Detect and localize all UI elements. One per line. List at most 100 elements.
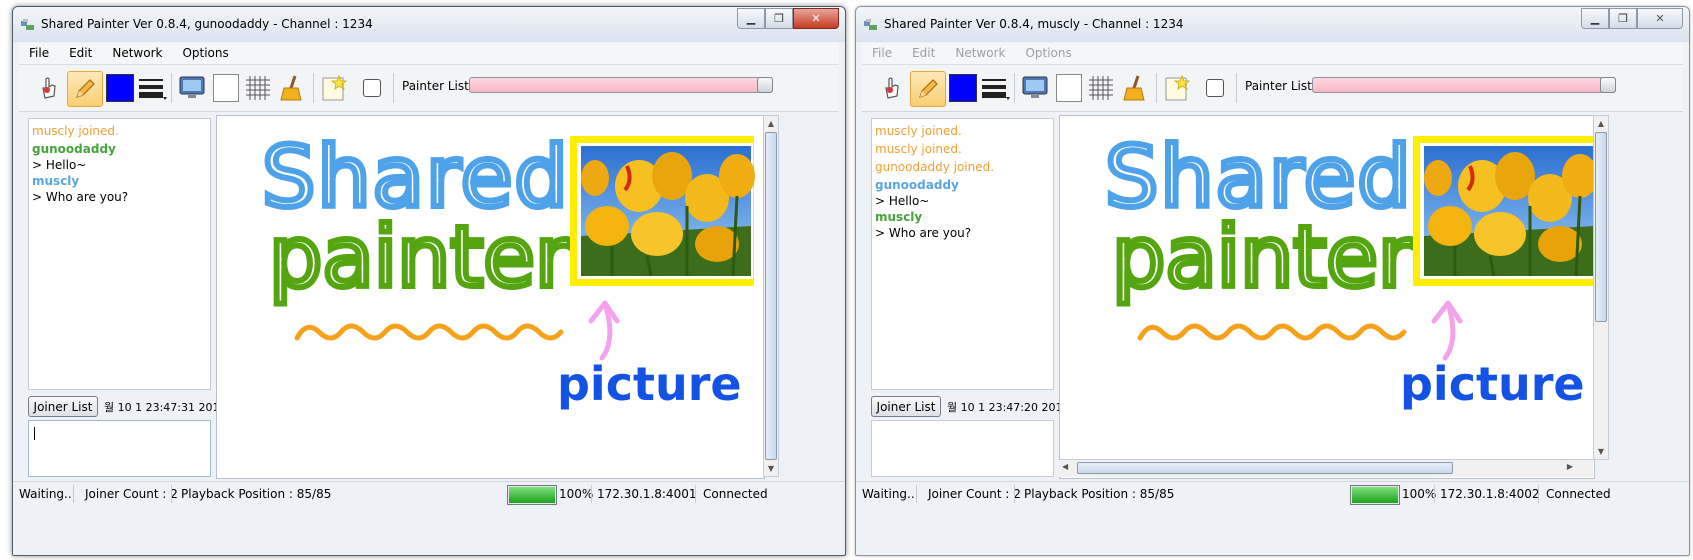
progress-percent: 100% — [559, 487, 594, 501]
sticky-note-button[interactable] — [317, 71, 351, 105]
scroll-right-icon[interactable]: ▶ — [1567, 462, 1573, 471]
clear-background-button[interactable] — [209, 71, 243, 105]
painter-list-bar[interactable] — [469, 77, 773, 93]
status-bar: Waiting.. Joiner Count : 2 Playback Posi… — [856, 481, 1689, 506]
joiner-count: Joiner Count : 2 — [85, 487, 178, 501]
close-button[interactable]: ✕ — [793, 8, 839, 29]
menu-bar: File Edit Network Options — [862, 43, 1683, 65]
broom-icon — [280, 75, 302, 101]
maximize-button[interactable]: ❐ — [765, 8, 793, 29]
menu-file[interactable]: File — [19, 43, 59, 64]
progress-fill — [509, 487, 555, 503]
painter-list-knob[interactable] — [757, 77, 773, 93]
window-title: Shared Painter Ver 0.8.4, gunoodaddy - C… — [41, 17, 373, 31]
canvas-vertical-scrollbar[interactable]: ▲ ▼ — [1593, 115, 1609, 460]
hand-icon — [42, 77, 56, 99]
progress-bar — [507, 485, 557, 505]
menu-edit[interactable]: Edit — [902, 43, 945, 64]
grid-button[interactable] — [1084, 71, 1118, 105]
move-tool-button[interactable] — [874, 71, 908, 105]
chat-system-line: muscly joined. — [32, 124, 119, 138]
clear-background-button[interactable] — [1052, 71, 1086, 105]
menu-edit[interactable]: Edit — [59, 43, 102, 64]
server-address: 172.30.1.8:4001 — [597, 487, 697, 501]
line-width-icon — [982, 79, 1010, 100]
joiner-count: Joiner Count : 2 — [928, 487, 1021, 501]
text-caret — [34, 427, 35, 440]
minimize-icon: ▁ — [1590, 12, 1600, 25]
minimize-button[interactable]: ▁ — [737, 8, 765, 29]
close-button[interactable]: ✕ — [1637, 8, 1683, 29]
line-width-button[interactable] — [978, 71, 1012, 105]
pen-color-button[interactable] — [946, 71, 980, 105]
color-swatch — [106, 74, 134, 102]
title-bar[interactable]: Shared Painter Ver 0.8.4, gunoodaddy - C… — [13, 7, 845, 42]
pen-tool-button[interactable] — [910, 71, 946, 107]
app-icon — [864, 19, 877, 30]
painter-list-knob[interactable] — [1600, 77, 1616, 93]
painter-list-label: Painter List — [1245, 79, 1312, 93]
chat-message: > Who are you? — [32, 190, 129, 204]
scroll-left-icon[interactable]: ◀ — [1062, 462, 1068, 471]
chat-message: > Who are you? — [875, 226, 972, 240]
canvas-drawing — [1060, 116, 1594, 460]
playback-position: Playback Position : 85/85 — [181, 487, 332, 501]
drawing-canvas[interactable] — [216, 115, 765, 479]
menu-options[interactable]: Options — [172, 43, 238, 64]
screen-icon — [179, 76, 205, 98]
scroll-thumb[interactable] — [1595, 132, 1607, 322]
menu-network[interactable]: Network — [945, 43, 1015, 64]
connection-status: Connected — [703, 487, 768, 501]
sticky-note-button[interactable] — [1160, 71, 1194, 105]
status-state: Waiting.. — [19, 487, 72, 501]
progress-percent: 100% — [1402, 487, 1437, 501]
joiner-list-button[interactable]: Joiner List — [871, 396, 941, 417]
clear-canvas-button[interactable] — [275, 71, 309, 105]
scroll-down-icon[interactable]: ▼ — [764, 461, 778, 476]
app-icon — [21, 19, 34, 30]
menu-network[interactable]: Network — [102, 43, 172, 64]
grid-button[interactable] — [241, 71, 275, 105]
chat-input[interactable] — [28, 420, 211, 477]
scroll-up-icon[interactable]: ▲ — [764, 116, 778, 131]
canvas-horizontal-scrollbar[interactable]: ◀ ▶ — [1059, 459, 1593, 477]
scroll-down-icon[interactable]: ▼ — [1594, 444, 1608, 459]
menu-options[interactable]: Options — [1015, 43, 1081, 64]
move-tool-button[interactable] — [31, 71, 65, 105]
chat-message: > Hello~ — [875, 194, 930, 208]
chat-message: > Hello~ — [32, 158, 87, 172]
blank-page-icon — [213, 74, 239, 102]
scroll-thumb[interactable] — [765, 132, 777, 460]
background-screen-button[interactable] — [175, 71, 209, 105]
chat-system-line: muscly joined. — [875, 142, 962, 156]
line-width-icon — [139, 79, 167, 100]
screen-icon — [1022, 76, 1048, 98]
background-screen-button[interactable] — [1018, 71, 1052, 105]
menu-bar: File Edit Network Options — [19, 43, 839, 65]
window-title: Shared Painter Ver 0.8.4, muscly - Chann… — [884, 17, 1184, 31]
joiner-list-button[interactable]: Joiner List — [28, 396, 98, 417]
maximize-button[interactable]: ❐ — [1609, 8, 1637, 29]
minimize-button[interactable]: ▁ — [1581, 8, 1609, 29]
connection-status: Connected — [1546, 487, 1611, 501]
line-width-button[interactable] — [135, 71, 169, 105]
scroll-thumb[interactable] — [1077, 462, 1453, 474]
drawing-canvas[interactable] — [1059, 115, 1595, 479]
progress-bar — [1350, 485, 1400, 505]
minimize-icon: ▁ — [746, 12, 756, 25]
toggle-checkbox[interactable] — [355, 71, 389, 105]
canvas-vertical-scrollbar[interactable]: ▲ ▼ — [763, 115, 779, 477]
chat-input[interactable] — [871, 420, 1054, 477]
grid-icon — [1089, 76, 1113, 100]
scroll-up-icon[interactable]: ▲ — [1594, 116, 1608, 131]
sticky-note-icon — [1165, 74, 1190, 101]
pen-tool-button[interactable] — [67, 71, 103, 107]
painter-list-bar[interactable] — [1312, 77, 1616, 93]
toggle-checkbox[interactable] — [1198, 71, 1232, 105]
title-bar[interactable]: Shared Painter Ver 0.8.4, muscly - Chann… — [856, 7, 1689, 42]
restore-icon: ❐ — [774, 12, 784, 25]
menu-file[interactable]: File — [862, 43, 902, 64]
clear-canvas-button[interactable] — [1118, 71, 1152, 105]
blank-page-icon — [1056, 74, 1082, 102]
pen-color-button[interactable] — [103, 71, 137, 105]
